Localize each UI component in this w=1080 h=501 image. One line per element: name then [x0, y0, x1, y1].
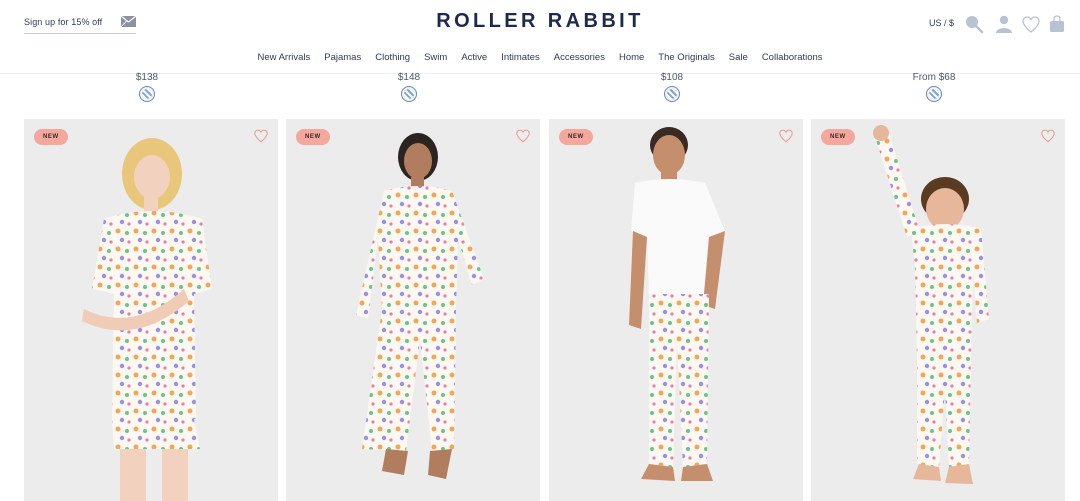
swatch-pattern	[667, 89, 677, 99]
product-card-1[interactable]: NEW	[24, 119, 278, 501]
new-badge: NEW	[821, 129, 855, 145]
currency-selector[interactable]: US / $	[929, 18, 954, 28]
product-image-woman-long-pajama	[356, 133, 484, 479]
swatch-pattern	[142, 89, 152, 99]
swatch-pattern	[404, 89, 414, 99]
color-swatch[interactable]	[401, 86, 417, 102]
wishlist-heart-icon[interactable]	[516, 129, 530, 143]
search-icon[interactable]	[963, 13, 985, 35]
color-swatch[interactable]	[664, 86, 680, 102]
wishlist-heart-icon[interactable]	[254, 129, 268, 143]
new-badge: NEW	[34, 129, 68, 145]
account-icon[interactable]	[993, 13, 1015, 35]
site-header: Sign up for 15% off ROLLER RABBIT US / $	[0, 0, 1080, 48]
product-price: $148	[397, 72, 421, 83]
product-card-3[interactable]: NEW	[549, 119, 803, 501]
nav-item-new-arrivals[interactable]: New Arrivals	[257, 52, 310, 63]
product-image-kid-pajama-set	[873, 125, 989, 484]
nav-item-accessories[interactable]: Accessories	[554, 52, 605, 63]
product-image-man-pajama-pants	[629, 127, 725, 481]
nav-item-clothing[interactable]: Clothing	[375, 52, 410, 63]
wishlist-heart-icon[interactable]	[779, 129, 793, 143]
main-nav: New Arrivals Pajamas Clothing Swim Active Int…	[0, 52, 1080, 63]
nav-item-intimates[interactable]: Intimates	[501, 52, 540, 63]
product-price: $138	[135, 72, 159, 83]
nav-item-swim[interactable]: Swim	[424, 52, 447, 63]
color-swatch[interactable]	[926, 86, 942, 102]
wishlist-icon[interactable]	[1020, 13, 1042, 35]
nav-item-pajamas[interactable]: Pajamas	[324, 52, 361, 63]
nav-item-collaborations[interactable]: Collaborations	[762, 52, 823, 63]
new-badge: NEW	[559, 129, 593, 145]
wishlist-heart-icon[interactable]	[1041, 129, 1055, 143]
brand-logo[interactable]: ROLLER RABBIT	[0, 10, 1080, 33]
product-image-woman-short-pajama	[82, 138, 212, 501]
new-badge: NEW	[296, 129, 330, 145]
color-swatch[interactable]	[139, 86, 155, 102]
nav-item-the-originals[interactable]: The Originals	[658, 52, 715, 63]
nav-item-active[interactable]: Active	[461, 52, 487, 63]
nav-item-home[interactable]: Home	[619, 52, 644, 63]
nav-item-sale[interactable]: Sale	[729, 52, 748, 63]
product-card-4[interactable]: NEW	[811, 119, 1065, 501]
bag-icon[interactable]	[1046, 13, 1068, 35]
product-price: From $68	[912, 72, 956, 83]
product-card-2[interactable]: NEW	[286, 119, 540, 501]
product-price: $108	[660, 72, 684, 83]
swatch-pattern	[929, 89, 939, 99]
